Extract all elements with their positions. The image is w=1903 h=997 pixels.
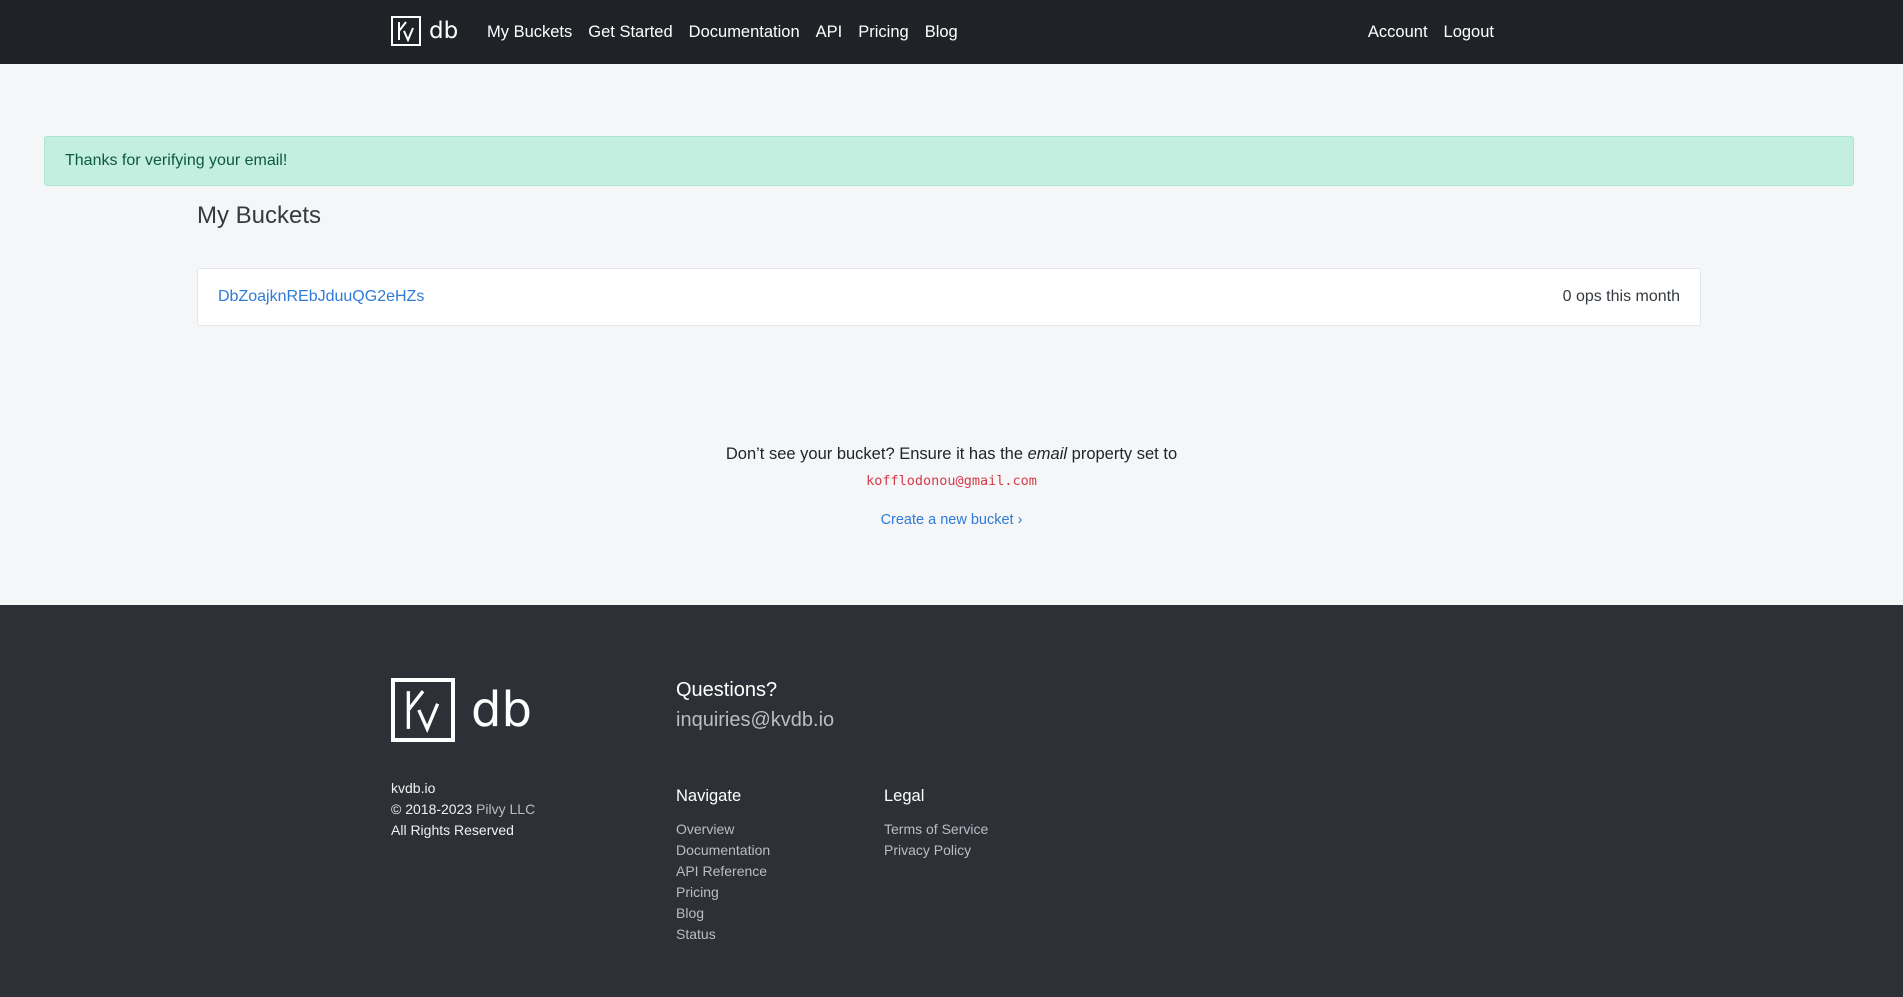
footer-logo-db-text: db [471, 682, 532, 738]
account-nav: Account Logout [1352, 0, 1494, 64]
kv-logo-icon [391, 16, 421, 46]
footer-link-pricing[interactable]: Pricing [676, 882, 770, 903]
kvdb-logo[interactable]: db [391, 14, 458, 48]
footer-link-api-reference[interactable]: API Reference [676, 861, 770, 882]
footer-site: kvdb.io [391, 780, 436, 796]
footer-link-terms[interactable]: Terms of Service [884, 819, 988, 840]
page-title: My Buckets [197, 202, 322, 229]
footer-link-overview[interactable]: Overview [676, 819, 770, 840]
bucket-link[interactable]: DbZoajknREbJduuQG2eHZs [218, 288, 424, 306]
footer-link-blog[interactable]: Blog [676, 903, 770, 924]
footer-link-documentation[interactable]: Documentation [676, 840, 770, 861]
logo-db-text: db [429, 18, 459, 44]
nav-account[interactable]: Account [1368, 0, 1428, 64]
nav-logout[interactable]: Logout [1444, 0, 1494, 64]
company-link[interactable]: Pilvy LLC [476, 801, 535, 817]
top-navbar: db My Buckets Get Started Documentation … [0, 0, 1903, 64]
nav-pricing[interactable]: Pricing [858, 0, 908, 64]
email-code: kofflodonou@gmail.com [866, 473, 1037, 489]
kv-logo-icon [391, 678, 455, 742]
success-alert: Thanks for verifying your email! [44, 136, 1854, 186]
account-email-code: kofflodonou@gmail.com [0, 473, 1903, 489]
footer-brand: kvdb.io © 2018-2023 Pilvy LLC All Rights… [391, 778, 535, 841]
hint-email-property: email [1027, 445, 1068, 463]
nav-api[interactable]: API [816, 0, 843, 64]
alert-message: Thanks for verifying your email! [65, 152, 288, 169]
nav-documentation[interactable]: Documentation [689, 0, 800, 64]
create-bucket-link[interactable]: Create a new bucket › [881, 512, 1023, 528]
footer-logo[interactable]: db [391, 678, 532, 742]
footer-copyright: © 2018-2023 Pilvy LLC [391, 799, 535, 820]
inquiries-email-link[interactable]: inquiries@kvdb.io [676, 709, 834, 732]
hint-suffix: property set to [1067, 445, 1178, 463]
hint-prefix: Don’t see your bucket? Ensure it has the [725, 445, 1028, 463]
footer-link-status[interactable]: Status [676, 924, 770, 945]
nav-blog[interactable]: Blog [925, 0, 958, 64]
nav-my-buckets[interactable]: My Buckets [487, 0, 572, 64]
copyright-prefix: © 2018-2023 [391, 801, 477, 817]
bucket-ops-count: 0 ops this month [1562, 288, 1680, 305]
navigate-heading: Navigate [676, 787, 742, 805]
create-bucket-row: Create a new bucket › [0, 512, 1903, 528]
bucket-row: DbZoajknREbJduuQG2eHZs 0 ops this month [197, 268, 1701, 326]
missing-bucket-hint: Don’t see your bucket? Ensure it has the… [0, 445, 1903, 464]
legal-heading: Legal [884, 787, 925, 805]
main-nav: My Buckets Get Started Documentation API… [487, 0, 974, 64]
footer: db kvdb.io © 2018-2023 Pilvy LLC All Rig… [0, 605, 1903, 997]
questions-title: Questions? [676, 679, 778, 701]
footer-rights: All Rights Reserved [391, 822, 514, 838]
nav-get-started[interactable]: Get Started [588, 0, 672, 64]
footer-legal: Legal Terms of Service Privacy Policy [884, 787, 988, 861]
footer-navigate: Navigate Overview Documentation API Refe… [676, 787, 770, 945]
footer-link-privacy[interactable]: Privacy Policy [884, 840, 988, 861]
